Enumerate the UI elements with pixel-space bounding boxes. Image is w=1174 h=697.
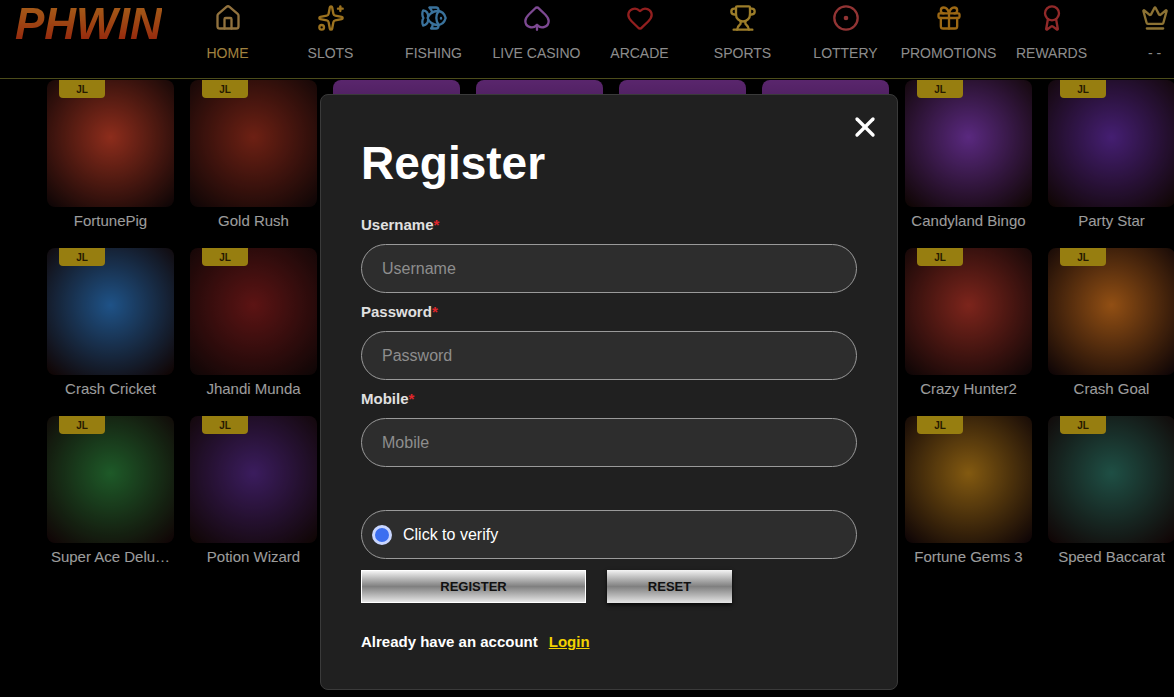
form-fields: Username* Password* Mobile* (361, 216, 857, 467)
verify-box[interactable]: Click to verify (361, 510, 857, 559)
text-input[interactable] (361, 244, 857, 293)
reset-button[interactable]: RESET (607, 570, 732, 603)
register-button[interactable]: REGISTER (361, 570, 586, 603)
field-label: Password* (361, 303, 857, 321)
required-mark: * (432, 303, 438, 320)
form-field: Mobile* (361, 390, 857, 467)
login-prompt: Already have an accountLogin (361, 633, 857, 651)
verify-dot-icon (372, 525, 392, 545)
form-field: Username* (361, 216, 857, 293)
modal-title: Register (361, 135, 857, 191)
login-link[interactable]: Login (549, 633, 590, 651)
close-icon (849, 111, 881, 143)
close-button[interactable] (849, 111, 881, 143)
required-mark: * (409, 390, 415, 407)
required-mark: * (434, 216, 440, 233)
page: PHWINHOMESLOTSFISHINGLIVE CASINOARCADESP… (0, 0, 1174, 697)
form-field: Password* (361, 303, 857, 380)
field-label: Mobile* (361, 390, 857, 408)
button-row: REGISTER RESET (361, 570, 857, 603)
field-label: Username* (361, 216, 857, 234)
text-input[interactable] (361, 418, 857, 467)
register-modal: Register Username* Password* Mobile* Click t… (320, 94, 898, 690)
text-input[interactable] (361, 331, 857, 380)
